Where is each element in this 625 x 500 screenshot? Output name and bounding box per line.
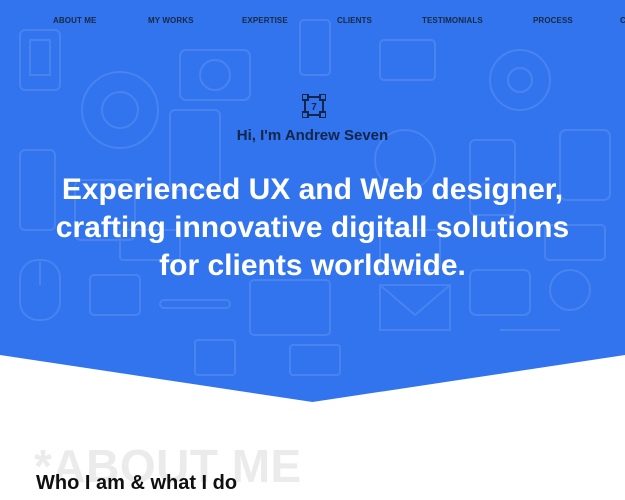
hero-section: ABOUT ME MY WORKS EXPERTISE CLIENTS TEST… <box>0 0 625 402</box>
headline-line: crafting innovative digitall solutions <box>55 211 570 244</box>
logo-icon[interactable]: 7 <box>302 94 326 118</box>
headline-line: Experienced UX and Web designer, <box>61 173 564 206</box>
nav-item-my-works[interactable]: MY WORKS <box>148 16 194 25</box>
nav-item-testimonials[interactable]: TESTIMONIALS <box>422 16 483 25</box>
nav-item-clients[interactable]: CLIENTS <box>337 16 372 25</box>
nav-item-about-me[interactable]: ABOUT ME <box>53 16 96 25</box>
nav-item-process[interactable]: PROCESS <box>533 16 573 25</box>
about-title: Who I am & what I do <box>36 472 238 494</box>
top-navigation: ABOUT ME MY WORKS EXPERTISE CLIENTS TEST… <box>0 0 625 42</box>
hero-headline: Experienced UX and Web designer, craftin… <box>40 171 585 285</box>
logo-glyph: 7 <box>311 102 317 113</box>
hero-greeting: Hi, I'm Andrew Seven <box>236 127 389 144</box>
nav-item-expertise[interactable]: EXPERTISE <box>242 16 288 25</box>
headline-line: for clients worldwide. <box>159 249 466 282</box>
nav-item-contact[interactable]: C <box>620 16 625 25</box>
